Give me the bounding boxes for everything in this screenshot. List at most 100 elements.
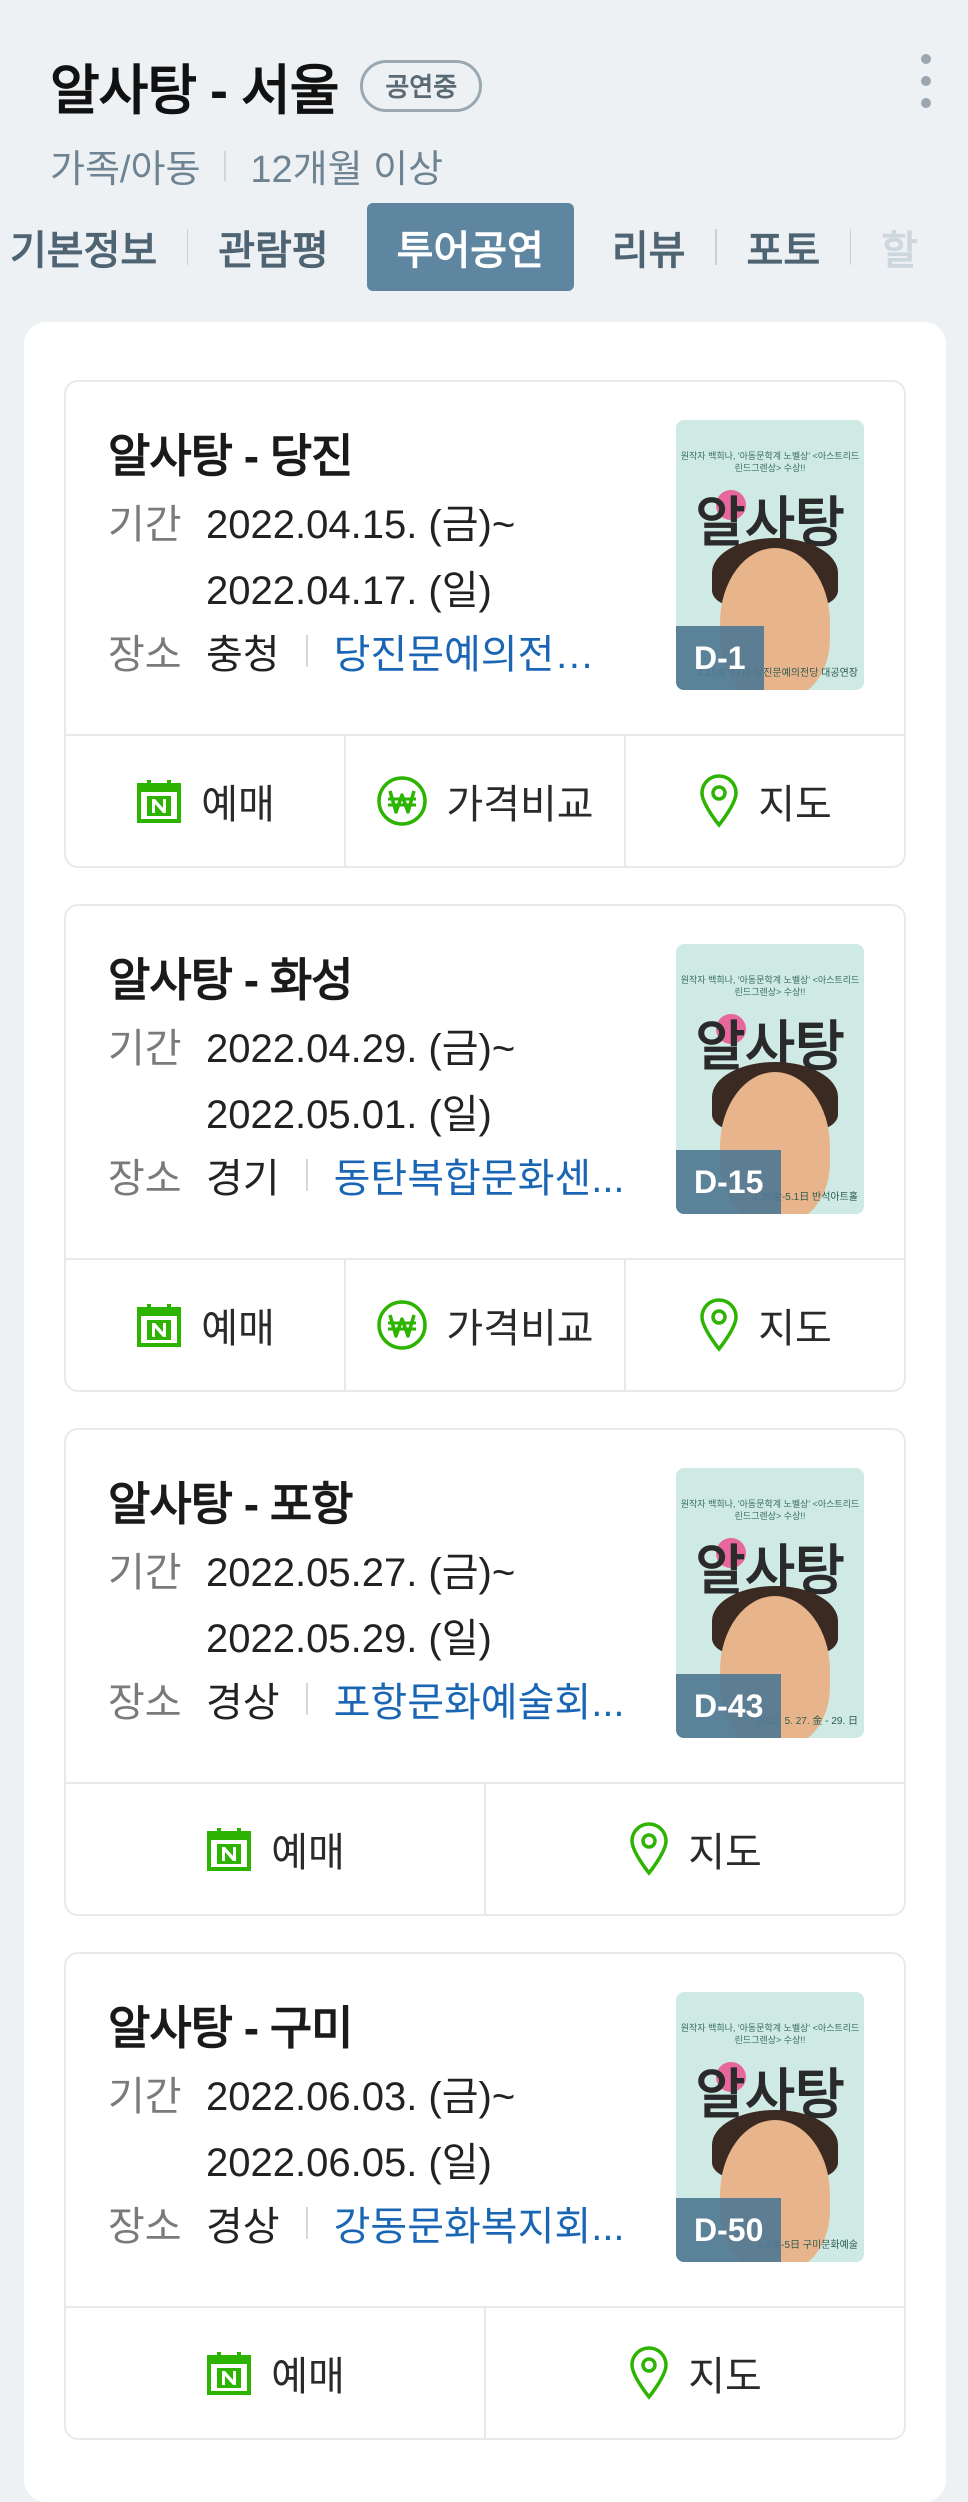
- tab-reviews-rating[interactable]: 관람평: [188, 203, 358, 291]
- map-pin-icon: [628, 2346, 670, 2400]
- naver-calendar-icon: [135, 777, 183, 825]
- period-row: 기간 2022.05.27. (금)~: [108, 1540, 515, 1598]
- naver-calendar-icon: [205, 2349, 253, 2397]
- period-start: 2022.05.27. (금)~: [206, 1551, 516, 1595]
- tour-card: 알사탕 - 화성 기간 2022.04.29. (금)~ 2022.05.01.…: [64, 904, 906, 1392]
- period-row: 기간 2022.04.29. (금)~: [108, 1016, 515, 1074]
- action-bar: 예매 지도: [66, 1782, 904, 1914]
- place-row: 장소 경상 강동문화복지회...: [108, 2194, 630, 2252]
- period-start: 2022.04.29. (금)~: [206, 1027, 516, 1071]
- tour-title[interactable]: 알사탕 - 당진: [108, 420, 353, 486]
- price-compare-label: 가격비교: [446, 1307, 594, 1351]
- region: 경상: [206, 1681, 280, 1725]
- map-pin-icon: [628, 1822, 670, 1876]
- subtitle: 가족/아동 12개월 이상: [50, 138, 443, 193]
- poster-tagline: 원작자 백희나, '아동문학계 노벨상' <아스트리드 린드그렌상> 수상!!: [680, 2023, 860, 2045]
- map-pin-icon: [698, 774, 740, 828]
- book-label: 예매: [271, 2355, 345, 2399]
- region: 경상: [206, 2205, 280, 2249]
- period-end: 2022.05.29. (일): [206, 1617, 492, 1661]
- poster-image[interactable]: 원작자 백희나, '아동문학계 노벨상' <아스트리드 린드그렌상> 수상!! …: [676, 1992, 864, 2262]
- naver-calendar-icon: [135, 1301, 183, 1349]
- venue-link[interactable]: 당진문예의전당 ...: [334, 622, 630, 680]
- venue-link[interactable]: 동탄복합문화센...: [334, 1146, 630, 1204]
- place-row: 장소 경상 포항문화예술회...: [108, 1670, 630, 1728]
- place-row: 장소 경기 동탄복합문화센...: [108, 1146, 630, 1204]
- place-label: 장소: [108, 633, 182, 677]
- period-row: 기간 2022.06.03. (금)~: [108, 2064, 515, 2122]
- tab-tour[interactable]: 투어공연: [366, 203, 574, 291]
- price-compare-button[interactable]: 가격비교: [344, 736, 624, 866]
- period-start: 2022.06.03. (금)~: [206, 2075, 516, 2119]
- tab-photo[interactable]: 포토: [717, 203, 851, 291]
- naver-calendar-icon: [205, 1825, 253, 1873]
- tour-card: 알사탕 - 구미 기간 2022.06.03. (금)~ 2022.06.05.…: [64, 1952, 906, 2440]
- action-bar: 예매 가격비교 지도: [66, 1258, 904, 1390]
- map-label: 지도: [688, 1831, 762, 1875]
- tab-basic-info[interactable]: 기본정보: [0, 203, 187, 291]
- book-label: 예매: [271, 1831, 345, 1875]
- tour-title[interactable]: 알사탕 - 구미: [108, 1992, 353, 2058]
- divider: [305, 635, 308, 667]
- map-button[interactable]: 지도: [624, 1260, 904, 1390]
- action-bar: 예매 가격비교 지도: [66, 734, 904, 866]
- poster-tagline: 원작자 백희나, '아동문학계 노벨상' <아스트리드 린드그렌상> 수상!!: [680, 1499, 860, 1521]
- tour-title[interactable]: 알사탕 - 포항: [108, 1468, 353, 1534]
- tab-review[interactable]: 리뷰: [582, 203, 716, 291]
- region: 경기: [206, 1157, 280, 1201]
- period-end-row: 2022.06.05. (일): [108, 2130, 492, 2188]
- dday-badge: D-50: [676, 2198, 782, 2262]
- won-icon: [376, 775, 428, 827]
- genre-label: 가족/아동: [50, 149, 201, 191]
- place-row: 장소 충청 당진문예의전당 ...: [108, 622, 630, 680]
- venue-link[interactable]: 강동문화복지회...: [334, 2194, 630, 2252]
- title-row: 알사탕 - 서울 공연중: [50, 46, 483, 125]
- price-compare-label: 가격비교: [446, 783, 594, 827]
- period-label: 기간: [108, 1551, 182, 1595]
- book-label: 예매: [201, 1307, 275, 1351]
- book-button[interactable]: 예매: [66, 1260, 344, 1390]
- period-end-row: 2022.04.17. (일): [108, 558, 492, 616]
- status-badge: 공연중: [360, 59, 483, 112]
- region: 충청: [206, 633, 280, 677]
- tour-title[interactable]: 알사탕 - 화성: [108, 944, 353, 1010]
- divider: [305, 1159, 308, 1191]
- page-title: 알사탕 - 서울: [50, 61, 339, 121]
- venue-link[interactable]: 포항문화예술회...: [334, 1670, 630, 1728]
- map-button[interactable]: 지도: [484, 1784, 904, 1914]
- map-button[interactable]: 지도: [624, 736, 904, 866]
- tab-more[interactable]: 할: [851, 203, 948, 291]
- period-end-row: 2022.05.01. (일): [108, 1082, 492, 1140]
- period-end: 2022.04.17. (일): [206, 569, 492, 613]
- book-button[interactable]: 예매: [66, 2308, 484, 2438]
- dday-badge: D-1: [676, 626, 764, 690]
- map-pin-icon: [698, 1298, 740, 1352]
- map-label: 지도: [688, 2355, 762, 2399]
- map-button[interactable]: 지도: [484, 2308, 904, 2438]
- book-label: 예매: [201, 783, 275, 827]
- dday-badge: D-43: [676, 1674, 782, 1738]
- poster-image[interactable]: 원작자 백희나, '아동문학계 노벨상' <아스트리드 린드그렌상> 수상!! …: [676, 420, 864, 690]
- place-label: 장소: [108, 1681, 182, 1725]
- tour-card: 알사탕 - 포항 기간 2022.05.27. (금)~ 2022.05.29.…: [64, 1428, 906, 1916]
- period-end-row: 2022.05.29. (일): [108, 1606, 492, 1664]
- book-button[interactable]: 예매: [66, 1784, 484, 1914]
- place-label: 장소: [108, 1157, 182, 1201]
- dday-badge: D-15: [676, 1150, 782, 1214]
- period-label: 기간: [108, 1027, 182, 1071]
- divider: [305, 2207, 308, 2239]
- tab-bar: 기본정보 관람평 투어공연 리뷰 포토 할: [0, 202, 948, 292]
- poster-image[interactable]: 원작자 백희나, '아동문학계 노벨상' <아스트리드 린드그렌상> 수상!! …: [676, 944, 864, 1214]
- divider: [224, 150, 227, 181]
- poster-image[interactable]: 원작자 백희나, '아동문학계 노벨상' <아스트리드 린드그렌상> 수상!! …: [676, 1468, 864, 1738]
- period-end: 2022.06.05. (일): [206, 2141, 492, 2185]
- divider: [305, 1683, 308, 1715]
- book-button[interactable]: 예매: [66, 736, 344, 866]
- period-label: 기간: [108, 503, 182, 547]
- map-label: 지도: [758, 1307, 832, 1351]
- age-label: 12개월 이상: [250, 149, 444, 191]
- more-options-icon[interactable]: [918, 54, 934, 108]
- won-icon: [376, 1299, 428, 1351]
- poster-tagline: 원작자 백희나, '아동문학계 노벨상' <아스트리드 린드그렌상> 수상!!: [680, 451, 860, 473]
- price-compare-button[interactable]: 가격비교: [344, 1260, 624, 1390]
